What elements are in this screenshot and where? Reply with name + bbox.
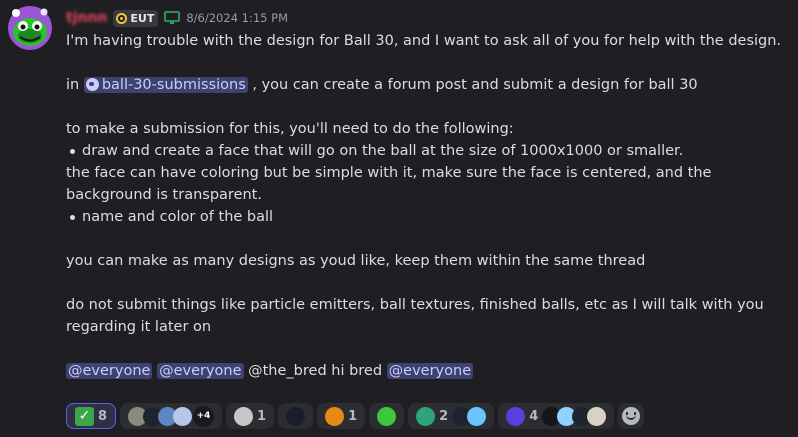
mention-plain-text: @the_bred hi bred (243, 363, 387, 379)
server-tag-badge[interactable]: EUT (113, 9, 159, 27)
everyone-mention[interactable]: @everyone (66, 363, 153, 379)
everyone-mention[interactable]: @everyone (157, 363, 244, 379)
forum-icon (85, 78, 99, 91)
green-ball-emoji-icon (377, 406, 397, 426)
reaction-count: 8 (98, 408, 108, 424)
ball-emoji-icon (467, 406, 487, 426)
purple-face-ball-icon (506, 406, 526, 426)
reaction-count: 1 (348, 408, 358, 424)
reaction-green-ball[interactable] (369, 403, 405, 429)
user-avatar[interactable] (8, 6, 52, 50)
reaction-count: 2 (439, 408, 449, 424)
ball-emoji-icon (587, 406, 607, 426)
message-word-in: in (66, 77, 80, 93)
message-line-do-not: do not submit things like particle emitt… (66, 297, 764, 335)
teal-face-ball-icon (416, 406, 436, 426)
more-reactors-badge: +4 (193, 405, 215, 427)
message-content: I'm having trouble with the design for B… (66, 30, 786, 382)
channel-line-suffix: , you can create a forum post and submit… (247, 77, 698, 93)
everyone-mention[interactable]: @everyone (386, 363, 474, 379)
message-line-instructions: to make a submission for this, you'll ne… (66, 121, 514, 137)
reaction-check[interactable]: ✓ 8 (66, 403, 117, 429)
white-check-mark-icon: ✓ (75, 406, 94, 426)
gray-face-ball-icon (234, 406, 254, 426)
message-line-channel: in ball-30-submissions , you can create … (66, 74, 786, 96)
list-item-name-color: name and color of the ball (66, 206, 786, 228)
message-timestamp[interactable]: 8/6/2024 1:15 PM (186, 11, 288, 25)
desktop-monitor-icon (164, 11, 181, 24)
server-tag-icon (116, 12, 128, 24)
reaction-teal-ball[interactable]: 2 (408, 403, 495, 429)
channel-mention-label: ball-30-submissions (101, 77, 246, 93)
reaction-purple-ball[interactable]: 4 (498, 403, 615, 429)
reactions-bar: ✓ 8 +4 1 1 2 4 (66, 403, 645, 429)
smiley-add-reaction-icon (622, 407, 641, 425)
server-tag-label: EUT (130, 11, 155, 25)
message-line-intro: I'm having trouble with the design for B… (66, 33, 782, 49)
reaction-gray-ball[interactable]: 1 (226, 403, 275, 429)
author-name[interactable]: tjnnn (66, 10, 107, 26)
reaction-custom-group[interactable]: +4 (120, 403, 223, 429)
message-line-mentions: @everyone @everyone @the_bred hi bred @e… (66, 360, 786, 382)
channel-mention[interactable]: ball-30-submissions (83, 77, 248, 93)
list-item-face: draw and create a face that will go on t… (66, 140, 786, 162)
reaction-dark-ball[interactable] (278, 403, 314, 429)
reaction-count: 4 (529, 408, 539, 424)
reaction-count: 1 (257, 408, 267, 424)
reaction-orange-ball[interactable]: 1 (317, 403, 366, 429)
message-line-many-designs: you can make as many designs as youd lik… (66, 253, 646, 269)
add-reaction-button[interactable] (618, 403, 645, 429)
ball-emoji-icon (173, 406, 193, 426)
dark-ball-emoji-icon (286, 406, 306, 426)
orange-face-ball-icon (325, 406, 345, 426)
message-line-face-note: the face can have coloring but be simple… (66, 165, 712, 203)
message-header: tjnnn EUT 8/6/2024 1:15 PM (66, 8, 288, 28)
